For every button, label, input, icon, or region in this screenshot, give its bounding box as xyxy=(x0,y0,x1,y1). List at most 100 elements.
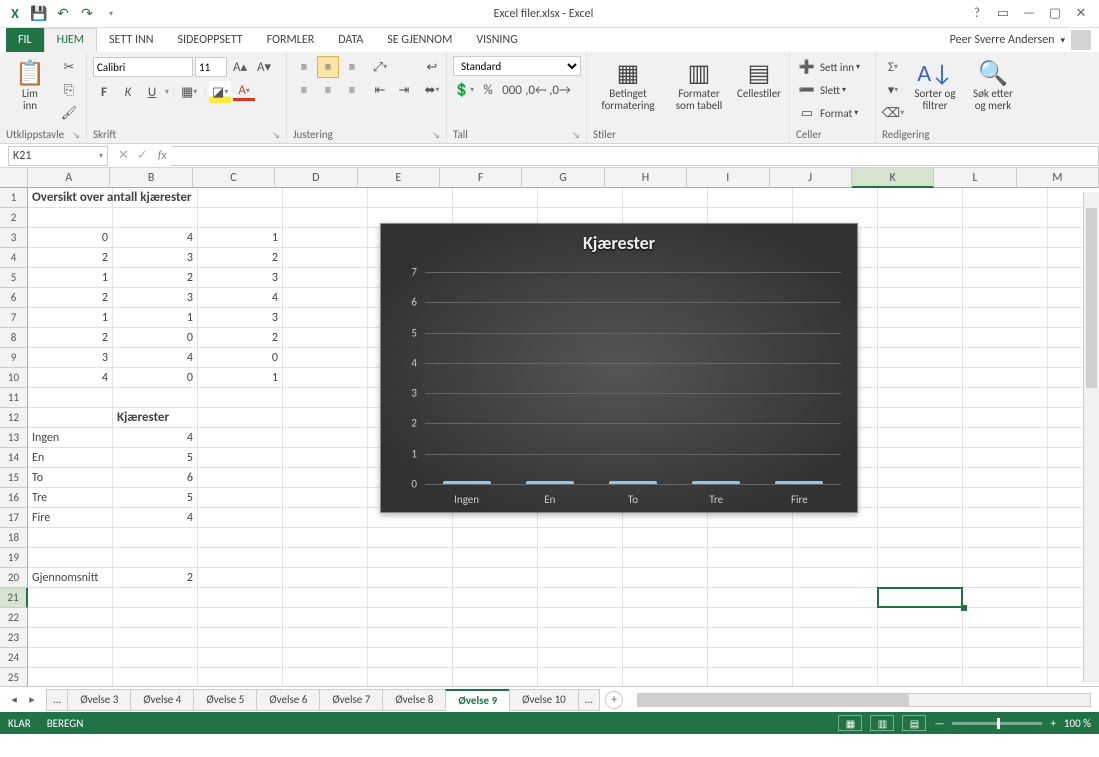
row-header[interactable]: 17 xyxy=(0,508,28,528)
cell[interactable]: 5 xyxy=(113,448,198,468)
cell[interactable] xyxy=(963,408,1048,428)
cell[interactable] xyxy=(283,448,368,468)
cell[interactable] xyxy=(963,328,1048,348)
decrease-font-icon[interactable]: A▾ xyxy=(253,56,275,78)
decrease-decimal-icon[interactable]: ,0→ xyxy=(549,79,571,101)
row-header[interactable]: 6 xyxy=(0,288,28,308)
row-header[interactable]: 2 xyxy=(0,208,28,228)
column-header[interactable]: A xyxy=(28,168,110,188)
cell[interactable] xyxy=(793,188,878,208)
cell[interactable] xyxy=(113,208,198,228)
cell[interactable] xyxy=(538,548,623,568)
cell[interactable] xyxy=(283,368,368,388)
cell[interactable] xyxy=(878,368,963,388)
sheet-tab[interactable]: Øvelse 4 xyxy=(130,689,194,711)
cell[interactable] xyxy=(453,188,538,208)
cell[interactable] xyxy=(963,568,1048,588)
cell[interactable] xyxy=(878,508,963,528)
cell[interactable] xyxy=(793,648,878,668)
cell[interactable] xyxy=(198,568,283,588)
cell[interactable]: 1 xyxy=(28,268,113,288)
column-header[interactable]: F xyxy=(440,168,522,188)
sheet-tab[interactable]: Øvelse 3 xyxy=(67,689,131,711)
cell[interactable] xyxy=(793,668,878,686)
cell[interactable] xyxy=(283,348,368,368)
cell[interactable] xyxy=(623,608,708,628)
cell[interactable] xyxy=(878,348,963,368)
ribbon-tab-visning[interactable]: VISNING xyxy=(464,28,529,52)
row-header[interactable]: 12 xyxy=(0,408,28,428)
cell[interactable] xyxy=(538,608,623,628)
cell[interactable] xyxy=(28,528,113,548)
column-header[interactable]: E xyxy=(358,168,440,188)
column-header[interactable]: B xyxy=(110,168,192,188)
ribbon-display-icon[interactable]: ▭ xyxy=(991,4,1015,24)
font-size-input[interactable] xyxy=(195,57,227,77)
select-all-corner[interactable] xyxy=(0,168,28,188)
increase-font-icon[interactable]: A▴ xyxy=(229,56,251,78)
cell[interactable] xyxy=(283,568,368,588)
cell[interactable] xyxy=(113,648,198,668)
column-header[interactable]: D xyxy=(275,168,357,188)
view-normal-icon[interactable]: ▦ xyxy=(838,715,862,731)
cell[interactable] xyxy=(538,648,623,668)
cell[interactable]: 2 xyxy=(113,268,198,288)
cell[interactable] xyxy=(623,648,708,668)
cell[interactable]: 3 xyxy=(198,268,283,288)
cell[interactable] xyxy=(283,388,368,408)
cell[interactable] xyxy=(963,228,1048,248)
column-header[interactable]: K xyxy=(852,168,934,188)
cell[interactable] xyxy=(963,668,1048,686)
cell[interactable]: 3 xyxy=(198,308,283,328)
cell[interactable] xyxy=(878,208,963,228)
cell[interactable]: 2 xyxy=(28,328,113,348)
view-page-layout-icon[interactable]: ▥ xyxy=(870,715,894,731)
cell[interactable] xyxy=(623,548,708,568)
cell[interactable] xyxy=(283,548,368,568)
cell[interactable] xyxy=(963,448,1048,468)
cell[interactable] xyxy=(963,628,1048,648)
autosum-icon[interactable]: Σ xyxy=(882,56,904,78)
cell[interactable]: Kjærester xyxy=(113,408,198,428)
cell[interactable] xyxy=(28,588,113,608)
cell[interactable] xyxy=(878,528,963,548)
cell[interactable] xyxy=(283,488,368,508)
cell[interactable] xyxy=(878,268,963,288)
cell[interactable] xyxy=(538,568,623,588)
cell[interactable] xyxy=(198,208,283,228)
cell[interactable] xyxy=(453,588,538,608)
cell[interactable] xyxy=(113,608,198,628)
cell[interactable] xyxy=(113,668,198,686)
cell[interactable] xyxy=(198,548,283,568)
row-header[interactable]: 22 xyxy=(0,608,28,628)
copy-icon[interactable]: ⎘ xyxy=(58,79,80,101)
cell[interactable] xyxy=(283,208,368,228)
cell[interactable]: 2 xyxy=(198,248,283,268)
vertical-scrollbar[interactable] xyxy=(1083,192,1099,682)
cell[interactable] xyxy=(368,188,453,208)
italic-button[interactable]: K xyxy=(117,81,139,103)
cell[interactable] xyxy=(198,428,283,448)
cell[interactable]: 6 xyxy=(113,468,198,488)
cell[interactable] xyxy=(963,348,1048,368)
redo-icon[interactable]: ↷ xyxy=(76,3,98,25)
row-header[interactable]: 3 xyxy=(0,228,28,248)
cell[interactable] xyxy=(963,548,1048,568)
cell[interactable] xyxy=(963,588,1048,608)
cell[interactable] xyxy=(963,308,1048,328)
cell[interactable] xyxy=(538,588,623,608)
column-header[interactable]: M xyxy=(1017,168,1099,188)
cell[interactable]: 4 xyxy=(113,428,198,448)
ribbon-tab-data[interactable]: DATA xyxy=(326,28,375,52)
percent-icon[interactable]: % xyxy=(477,79,499,101)
cell[interactable] xyxy=(453,628,538,648)
cell[interactable] xyxy=(878,228,963,248)
cell[interactable] xyxy=(963,608,1048,628)
cell[interactable] xyxy=(368,568,453,588)
cell[interactable] xyxy=(708,548,793,568)
cell[interactable] xyxy=(453,568,538,588)
cell[interactable] xyxy=(623,188,708,208)
cell[interactable] xyxy=(878,588,963,608)
row-header[interactable]: 8 xyxy=(0,328,28,348)
cell[interactable]: 4 xyxy=(113,508,198,528)
